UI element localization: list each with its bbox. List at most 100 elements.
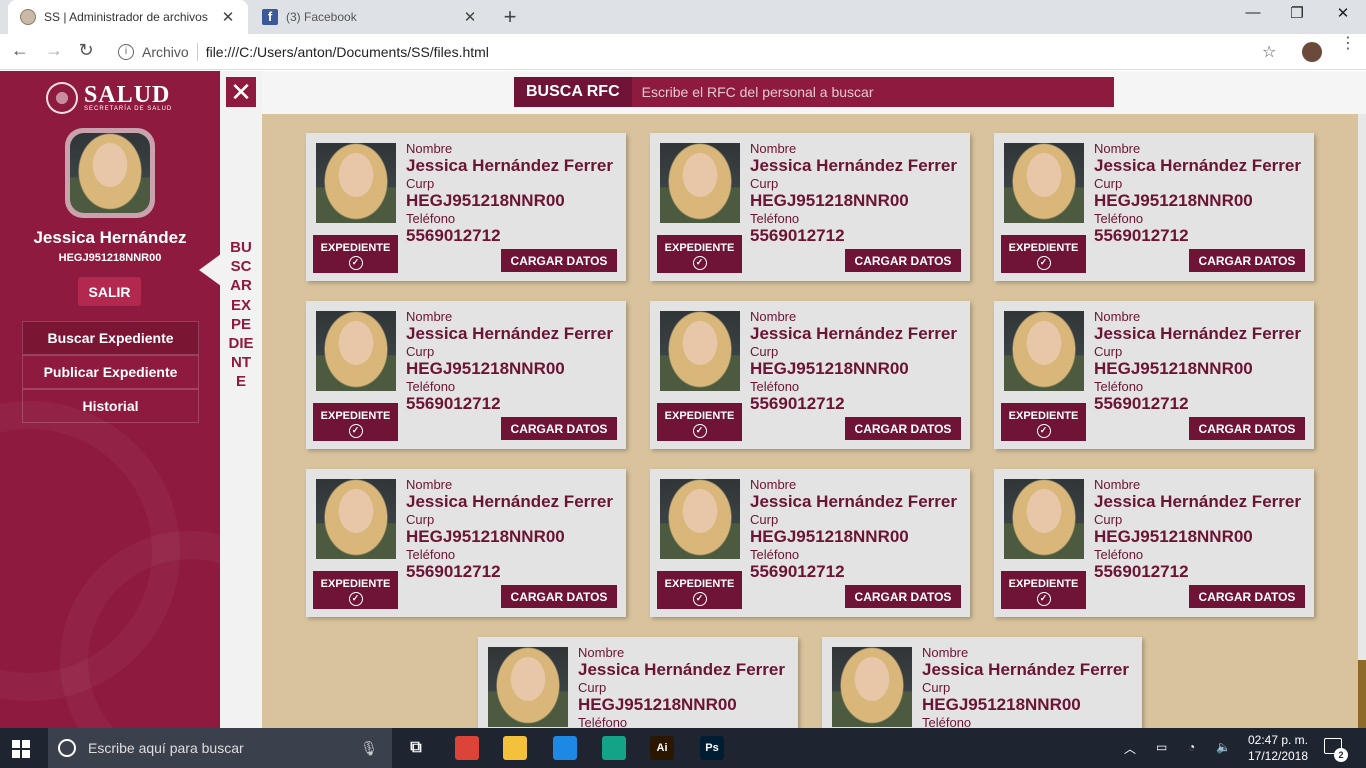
file-explorer-icon[interactable] [503,736,527,760]
name-label: Nombre [750,477,797,492]
logout-button[interactable]: SALIR [78,277,141,306]
taskbar-search[interactable]: Escribe aquí para buscar 🎙 [48,728,392,768]
person-curp: HEGJ951218NNR00 [1094,191,1253,210]
gitkraken-icon[interactable] [602,736,626,760]
facebook-favicon-icon: f [262,9,278,25]
sidebar-item-buscar-expediente[interactable]: Buscar Expediente [22,321,199,355]
expediente-button[interactable]: EXPEDIENTE ✓ [313,403,398,441]
url-text[interactable]: file:///C:/Users/anton/Documents/SS/file… [206,44,489,60]
load-data-button[interactable]: CARGAR DATOS [501,585,617,608]
tab-close-icon[interactable]: ✕ [462,8,478,26]
expediente-button[interactable]: EXPEDIENTE ✓ [657,403,742,441]
load-data-button[interactable]: CARGAR DATOS [1189,585,1305,608]
person-photo [488,647,568,727]
tab-title: SS | Administrador de archivos [44,10,208,24]
expediente-button[interactable]: EXPEDIENTE ✓ [1001,403,1086,441]
phone-label: Teléfono [406,379,456,394]
load-data-button[interactable]: CARGAR DATOS [1189,249,1305,272]
person-card: Nombre Jessica Hernández Ferrer Curp HEGJ95… [994,469,1314,617]
back-button[interactable]: ← [8,40,32,61]
person-card: Nombre Jessica Hernández Ferrer Curp HEGJ95… [994,301,1314,449]
window-minimize-button[interactable]: — [1230,4,1276,21]
chrome-icon[interactable] [455,736,479,760]
person-card: Nombre Jessica Hernández Ferrer Curp HEGJ95… [306,469,626,617]
taskbar-search-placeholder: Escribe aquí para buscar [88,740,244,756]
expediente-button[interactable]: EXPEDIENTE ✓ [657,235,742,273]
load-data-button[interactable]: CARGAR DATOS [845,249,961,272]
expediente-label: EXPEDIENTE [320,242,391,254]
tab-facebook[interactable]: f (3) Facebook ✕ [250,0,490,34]
wifi-icon[interactable]: ◔ [1188,740,1195,754]
check-circle-icon: ✓ [1036,256,1051,270]
person-photo [660,311,740,391]
tab-close-icon[interactable]: ✕ [220,8,236,26]
load-data-button[interactable]: CARGAR DATOS [501,417,617,440]
curp-label: Curp [406,176,435,191]
address-toolbar: ← → ↻ i Archivo file:///C:/Users/anton/D… [0,34,1366,70]
person-name: Jessica Hernández Ferrer [1094,156,1301,175]
person-photo [832,647,912,727]
window-restore-button[interactable]: ❐ [1274,4,1320,22]
person-name: Jessica Hernández Ferrer [1094,324,1301,343]
person-photo [660,479,740,559]
tab-admin-archivos[interactable]: SS | Administrador de archivos ✕ [8,0,248,34]
load-data-button[interactable]: CARGAR DATOS [1189,417,1305,440]
scrollbar-track[interactable] [1358,114,1366,728]
windows-taskbar: Escribe aquí para buscar 🎙 ⧉ Ai Ps ︿ ▭ ◔ … [0,728,1366,768]
browser-menu-icon[interactable]: ⋮ [1340,36,1356,52]
omnibox[interactable]: i Archivo file:///C:/Users/anton/Documen… [108,38,1288,66]
person-info: Nombre Jessica Hernández Ferrer Curp HEGJ95… [750,477,965,582]
illustrator-icon[interactable]: Ai [650,736,674,760]
check-circle-icon: ✓ [1036,592,1051,606]
expediente-button[interactable]: EXPEDIENTE ✓ [1001,235,1086,273]
task-view-icon[interactable]: ⧉ [404,736,428,760]
sidebar-item-historial[interactable]: Historial [22,389,199,423]
clock-date: 17/12/2018 [1247,749,1309,763]
check-circle-icon: ✓ [348,256,363,270]
close-panel-button[interactable]: ✕ [226,77,256,107]
person-curp: HEGJ951218NNR00 [578,695,737,714]
person-name: Jessica Hernández Ferrer [750,324,957,343]
expediente-label: EXPEDIENTE [320,410,391,422]
scrollbar-thumb[interactable] [1358,660,1366,728]
load-data-button[interactable]: CARGAR DATOS [501,249,617,272]
vscode-icon[interactable] [553,736,577,760]
expediente-button[interactable]: EXPEDIENTE ✓ [657,571,742,609]
load-data-button[interactable]: CARGAR DATOS [845,417,961,440]
check-circle-icon: ✓ [692,256,707,270]
photoshop-icon[interactable]: Ps [700,736,724,760]
info-icon[interactable]: i [118,44,134,60]
rfc-search-input[interactable] [631,77,1114,107]
new-tab-button[interactable]: + [498,4,522,30]
forward-button[interactable]: → [42,40,66,61]
person-card: Nombre Jessica Hernández Ferrer Curp HEGJ95… [306,133,626,281]
user-avatar [65,128,155,218]
curp-label: Curp [406,344,435,359]
bookmark-star-icon[interactable]: ☆ [1262,42,1276,62]
person-phone: 5569012712 [406,562,501,581]
name-label: Nombre [922,645,969,660]
expediente-button[interactable]: EXPEDIENTE ✓ [1001,571,1086,609]
tab-title: (3) Facebook [286,10,357,24]
window-close-button[interactable]: ✕ [1320,4,1366,22]
profile-avatar[interactable] [1302,42,1322,62]
expediente-button[interactable]: EXPEDIENTE ✓ [313,571,398,609]
microphone-icon[interactable]: 🎙 [360,740,378,757]
person-card: Nombre Jessica Hernández Ferrer Curp HEGJ95… [650,301,970,449]
battery-icon[interactable]: ▭ [1156,740,1167,754]
reload-button[interactable]: ↻ [74,40,98,61]
collapse-strip [220,71,262,728]
load-data-button[interactable]: CARGAR DATOS [845,585,961,608]
national-seal-icon [46,82,78,114]
phone-label: Teléfono [406,211,456,226]
expediente-button[interactable]: EXPEDIENTE ✓ [313,235,398,273]
name-label: Nombre [1094,309,1141,324]
volume-icon[interactable]: 🔈 [1216,740,1231,754]
person-card: Nombre Jessica Hernández Ferrer Curp HEGJ95… [306,301,626,449]
show-hidden-icons-icon[interactable]: ︿ [1124,740,1136,757]
system-clock[interactable]: 02:47 p. m. 17/12/2018 [1246,732,1310,764]
name-label: Nombre [1094,141,1141,156]
sidebar-item-publicar-expediente[interactable]: Publicar Expediente [22,355,199,389]
person-card: Nombre Jessica Hernández Ferrer Curp HEGJ95… [994,133,1314,281]
windows-start-icon[interactable] [12,740,30,758]
